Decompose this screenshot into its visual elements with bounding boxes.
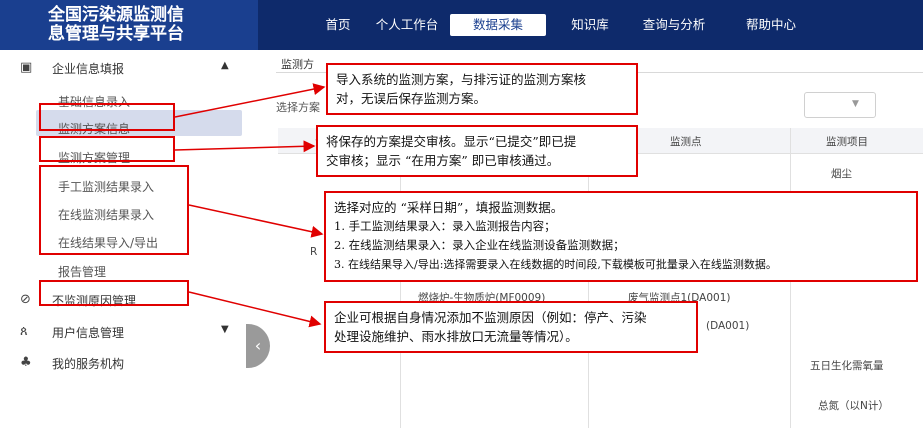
brand-line2: 息管理与共享平台 <box>48 24 184 44</box>
table-cell: R <box>310 246 318 258</box>
eye-off-icon: ⊘ <box>20 292 31 307</box>
nav-help[interactable]: 帮助中心 <box>736 14 806 36</box>
sidebar-service-label: 我的服务机构 <box>52 357 125 371</box>
plan-select-label: 选择方案 <box>276 101 320 114</box>
form-icon: ▣ <box>20 60 33 75</box>
table-cell: 总氮（以N计） <box>818 400 889 412</box>
sidebar-item-service-org[interactable]: ♣ 我的服务机构 <box>0 355 245 373</box>
org-chart-icon: ♣ <box>20 355 32 370</box>
highlight-result-entry <box>39 165 189 255</box>
annotation-plan-submit: 将保存的方案提交审核。显示“已提交”即已提 交审核；显示 “在用方案” 即已审核… <box>316 125 638 177</box>
caret-down-icon: ▼ <box>221 324 229 335</box>
caret-up-icon: ▲ <box>221 60 229 71</box>
annotation-plan-import: 导入系统的监测方案，与排污证的监测方案核 对，无误后保存监测方案。 <box>326 63 638 115</box>
plan-select[interactable] <box>804 92 876 118</box>
table-cell: 五日生化需氧量 <box>810 360 884 372</box>
column-header-item: 监测项目 <box>826 136 868 148</box>
annotation-line: 导入系统的监测方案，与排污证的监测方案核 <box>336 72 587 87</box>
table-cell: (DA001) <box>706 320 750 332</box>
annotation-line: 将保存的方案提交审核。显示“已提交”即已提 <box>326 134 577 149</box>
annotation-line: 处理设施维护、雨水排放口无流量等情况）。 <box>334 329 578 344</box>
sidebar-users-label: 用户信息管理 <box>52 326 125 340</box>
annotation-data-entry: 选择对应的 “采样日期”，填报监测数据。 1. 手工监测结果录入：录入监测报告内… <box>324 191 918 282</box>
annotation-line: 对，无误后保存监测方案。 <box>336 91 487 106</box>
annotation-line: 3. 在线结果导入/导出:选择需要录入在线数据的时间段,下载模板可批量录入在线监… <box>334 258 777 271</box>
chevron-down-icon: ▼ <box>852 99 859 109</box>
nav-knowledge[interactable]: 知识库 <box>562 14 618 36</box>
top-header: 全国污染源监测信 息管理与共享平台 首页 个人工作台 数据采集 知识库 查询与分… <box>0 0 923 50</box>
highlight-plan-info <box>39 103 175 131</box>
sidebar-group-label: 企业信息填报 <box>52 62 125 76</box>
annotation-line: 选择对应的 “采样日期”，填报监测数据。 <box>334 200 564 215</box>
sidebar-group-users[interactable]: ጰ 用户信息管理 ▼ <box>0 324 245 342</box>
table-cell: 烟尘 <box>831 168 852 180</box>
annotation-line: 企业可根据自身情况添加不监测原因（例如：停产、污染 <box>334 310 647 325</box>
tab-monitoring-plan[interactable]: 监测方 <box>281 56 314 72</box>
nav-data-collection[interactable]: 数据采集 <box>450 14 546 36</box>
column-header-point: 监测点 <box>670 136 702 148</box>
sidebar-group-company[interactable]: ▣ 企业信息填报 ▲ <box>0 60 245 78</box>
annotation-unmonitored-reason: 企业可根据自身情况添加不监测原因（例如：停产、污染 处理设施维护、雨水排放口无流… <box>324 301 698 353</box>
nav-home[interactable]: 首页 <box>318 14 358 36</box>
sidebar-item-reports[interactable]: 报告管理 <box>58 263 106 280</box>
annotation-line: 1. 手工监测结果录入：录入监测报告内容； <box>334 219 556 233</box>
brand-logo: 全国污染源监测信 息管理与共享平台 <box>0 0 258 50</box>
nav-workbench[interactable]: 个人工作台 <box>372 14 442 36</box>
brand-line1: 全国污染源监测信 <box>48 5 184 25</box>
annotation-line: 2. 在线监测结果录入：录入企业在线监测设备监测数据； <box>334 238 625 252</box>
users-icon: ጰ <box>20 324 28 339</box>
highlight-unmonitored <box>39 280 189 306</box>
nav-query-analysis[interactable]: 查询与分析 <box>632 14 716 36</box>
annotation-line: 交审核；显示 “在用方案” 即已审核通过。 <box>326 153 560 168</box>
chevron-left-icon[interactable]: ‹ <box>246 324 270 368</box>
highlight-plan-mgmt <box>39 136 175 162</box>
